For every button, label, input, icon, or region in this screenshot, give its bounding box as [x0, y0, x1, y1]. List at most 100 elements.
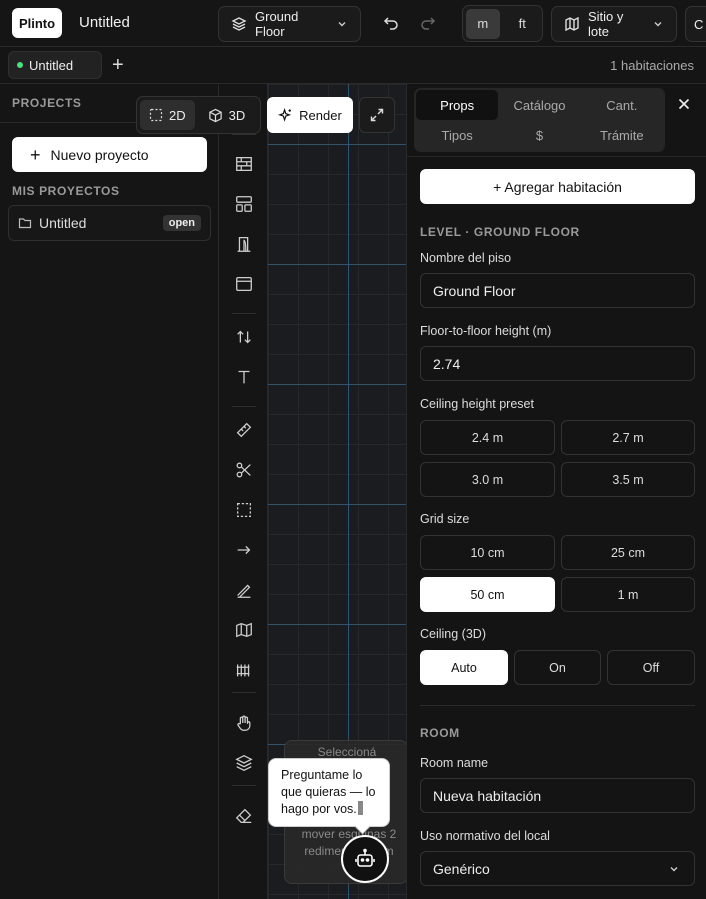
tab-tipos[interactable]: Tipos: [416, 120, 498, 150]
ceiling-preset-label: Ceiling height preset: [420, 397, 534, 411]
project-name: Untitled: [39, 215, 87, 231]
eraser-icon[interactable]: [233, 805, 255, 827]
area-icon[interactable]: [233, 499, 255, 521]
tab-tramite[interactable]: Trámite: [581, 120, 663, 150]
room-name-label: Room name: [420, 756, 489, 770]
ceiling-preset-2-4[interactable]: 2.4 m: [420, 420, 555, 455]
ceiling-preset-3-0[interactable]: 3.0 m: [420, 462, 555, 497]
wall-icon[interactable]: [233, 153, 255, 175]
floor-selector[interactable]: Ground Floor: [218, 6, 361, 42]
uso-label: Uso normativo del local: [420, 829, 550, 843]
arrow-icon[interactable]: [233, 539, 255, 561]
sparkle-icon: [278, 107, 293, 123]
document-tab-bar: Untitled + 1 habitaciones: [0, 48, 706, 84]
render-label: Render: [299, 107, 342, 123]
document-tab[interactable]: Untitled: [8, 51, 102, 79]
cube-icon: [208, 108, 223, 123]
expand-icon: [369, 107, 385, 123]
grid-25cm[interactable]: 25 cm: [561, 535, 695, 570]
tab-cost[interactable]: $: [498, 120, 580, 150]
room-header: ROOM: [420, 726, 460, 740]
room-count: 1 habitaciones: [610, 58, 694, 73]
door-icon[interactable]: [233, 233, 255, 255]
robot-icon: [354, 848, 376, 870]
view-3d-button[interactable]: 3D: [199, 100, 255, 130]
room-name-input[interactable]: Nueva habitación: [420, 778, 695, 813]
layers-icon: [231, 16, 247, 32]
new-project-label: Nuevo proyecto: [50, 146, 149, 163]
grid-line: [268, 504, 406, 505]
ceiling-preset-2-7[interactable]: 2.7 m: [561, 420, 695, 455]
chevron-down-icon: [668, 863, 680, 875]
unit-m-button[interactable]: m: [466, 8, 500, 39]
uso-select[interactable]: Genérico: [420, 851, 695, 886]
projects-header: PROJECTS: [12, 96, 82, 110]
ceiling-preset-3-5[interactable]: 3.5 m: [561, 462, 695, 497]
close-icon[interactable]: [675, 95, 693, 113]
project-title[interactable]: Untitled: [79, 14, 130, 31]
tab-cant[interactable]: Cant.: [581, 90, 663, 120]
ceiling-3d-on[interactable]: On: [514, 650, 601, 685]
undo-icon[interactable]: [381, 13, 401, 33]
plus-icon: +: [30, 144, 41, 165]
grid-size-label: Grid size: [420, 512, 470, 526]
draw-icon[interactable]: [233, 579, 255, 601]
floor-to-floor-label: Floor-to-floor height (m): [420, 324, 552, 338]
divider: [420, 705, 695, 706]
new-project-button[interactable]: + Nuevo proyecto: [12, 137, 207, 172]
chevron-down-icon: [336, 18, 348, 30]
railing-icon[interactable]: [233, 659, 255, 681]
site-selector[interactable]: Sitio y lote: [551, 6, 677, 42]
chevron-down-icon: [652, 18, 664, 30]
grid-line: [268, 384, 406, 385]
grid-10cm[interactable]: 10 cm: [420, 535, 555, 570]
render-button[interactable]: Render: [267, 97, 353, 133]
toolbar-divider: [232, 785, 256, 786]
toolbar-divider: [232, 692, 256, 693]
measure-icon[interactable]: [233, 419, 255, 441]
ceiling-3d-off[interactable]: Off: [607, 650, 695, 685]
window-icon[interactable]: [233, 273, 255, 295]
grid-1m[interactable]: 1 m: [561, 577, 695, 612]
drawing-toolbar: [220, 84, 268, 899]
add-tab-button[interactable]: +: [112, 55, 124, 75]
grid-50cm[interactable]: 50 cm: [420, 577, 555, 612]
floor-to-floor-input[interactable]: 2.74: [420, 346, 695, 381]
room-icon[interactable]: [233, 193, 255, 215]
grid-line: [268, 624, 406, 625]
view-2d-button[interactable]: 2D: [140, 100, 195, 130]
floor-selector-label: Ground Floor: [255, 9, 299, 39]
app-logo[interactable]: Plinto: [12, 8, 62, 38]
cut-off-button[interactable]: C: [685, 6, 706, 42]
expand-button[interactable]: [359, 97, 395, 133]
view-mode-toggle: 2D 3D: [136, 96, 261, 134]
assistant-button[interactable]: [341, 835, 389, 883]
view-2d-label: 2D: [169, 107, 186, 123]
uso-value: Genérico: [433, 860, 490, 877]
redo-icon[interactable]: [418, 13, 438, 33]
assistant-tooltip: Preguntame lo que quieras — lo hago por …: [268, 758, 390, 827]
text-caret: [357, 801, 363, 815]
open-badge: open: [162, 215, 201, 231]
project-item[interactable]: Untitled open: [8, 205, 211, 241]
tab-catalogo[interactable]: Catálogo: [498, 90, 580, 120]
floor-name-input[interactable]: Ground Floor: [420, 273, 695, 308]
projects-panel: PROJECTS + Nuevo proyecto MIS PROYECTOS …: [0, 84, 219, 899]
grid-line: [268, 144, 406, 145]
map-icon[interactable]: [233, 619, 255, 641]
top-bar: Plinto Untitled Ground Floor m ft Sitio …: [0, 0, 706, 47]
panel-tabs: Props Catálogo Cant. Tipos $ Trámite: [414, 88, 665, 152]
unit-ft-button[interactable]: ft: [506, 9, 540, 39]
ceiling-3d-auto[interactable]: Auto: [420, 650, 508, 685]
hand-icon[interactable]: [233, 712, 255, 734]
add-room-button[interactable]: + Agregar habitación: [420, 169, 695, 204]
cut-icon[interactable]: [233, 459, 255, 481]
layers-icon[interactable]: [233, 752, 255, 774]
folder-icon: [18, 216, 32, 230]
floor-name-label: Nombre del piso: [420, 251, 512, 265]
toolbar-divider: [232, 406, 256, 407]
text-icon[interactable]: [233, 366, 255, 388]
ceiling-3d-label: Ceiling (3D): [420, 627, 486, 641]
tab-props[interactable]: Props: [416, 90, 499, 120]
stairs-icon[interactable]: [233, 326, 255, 348]
